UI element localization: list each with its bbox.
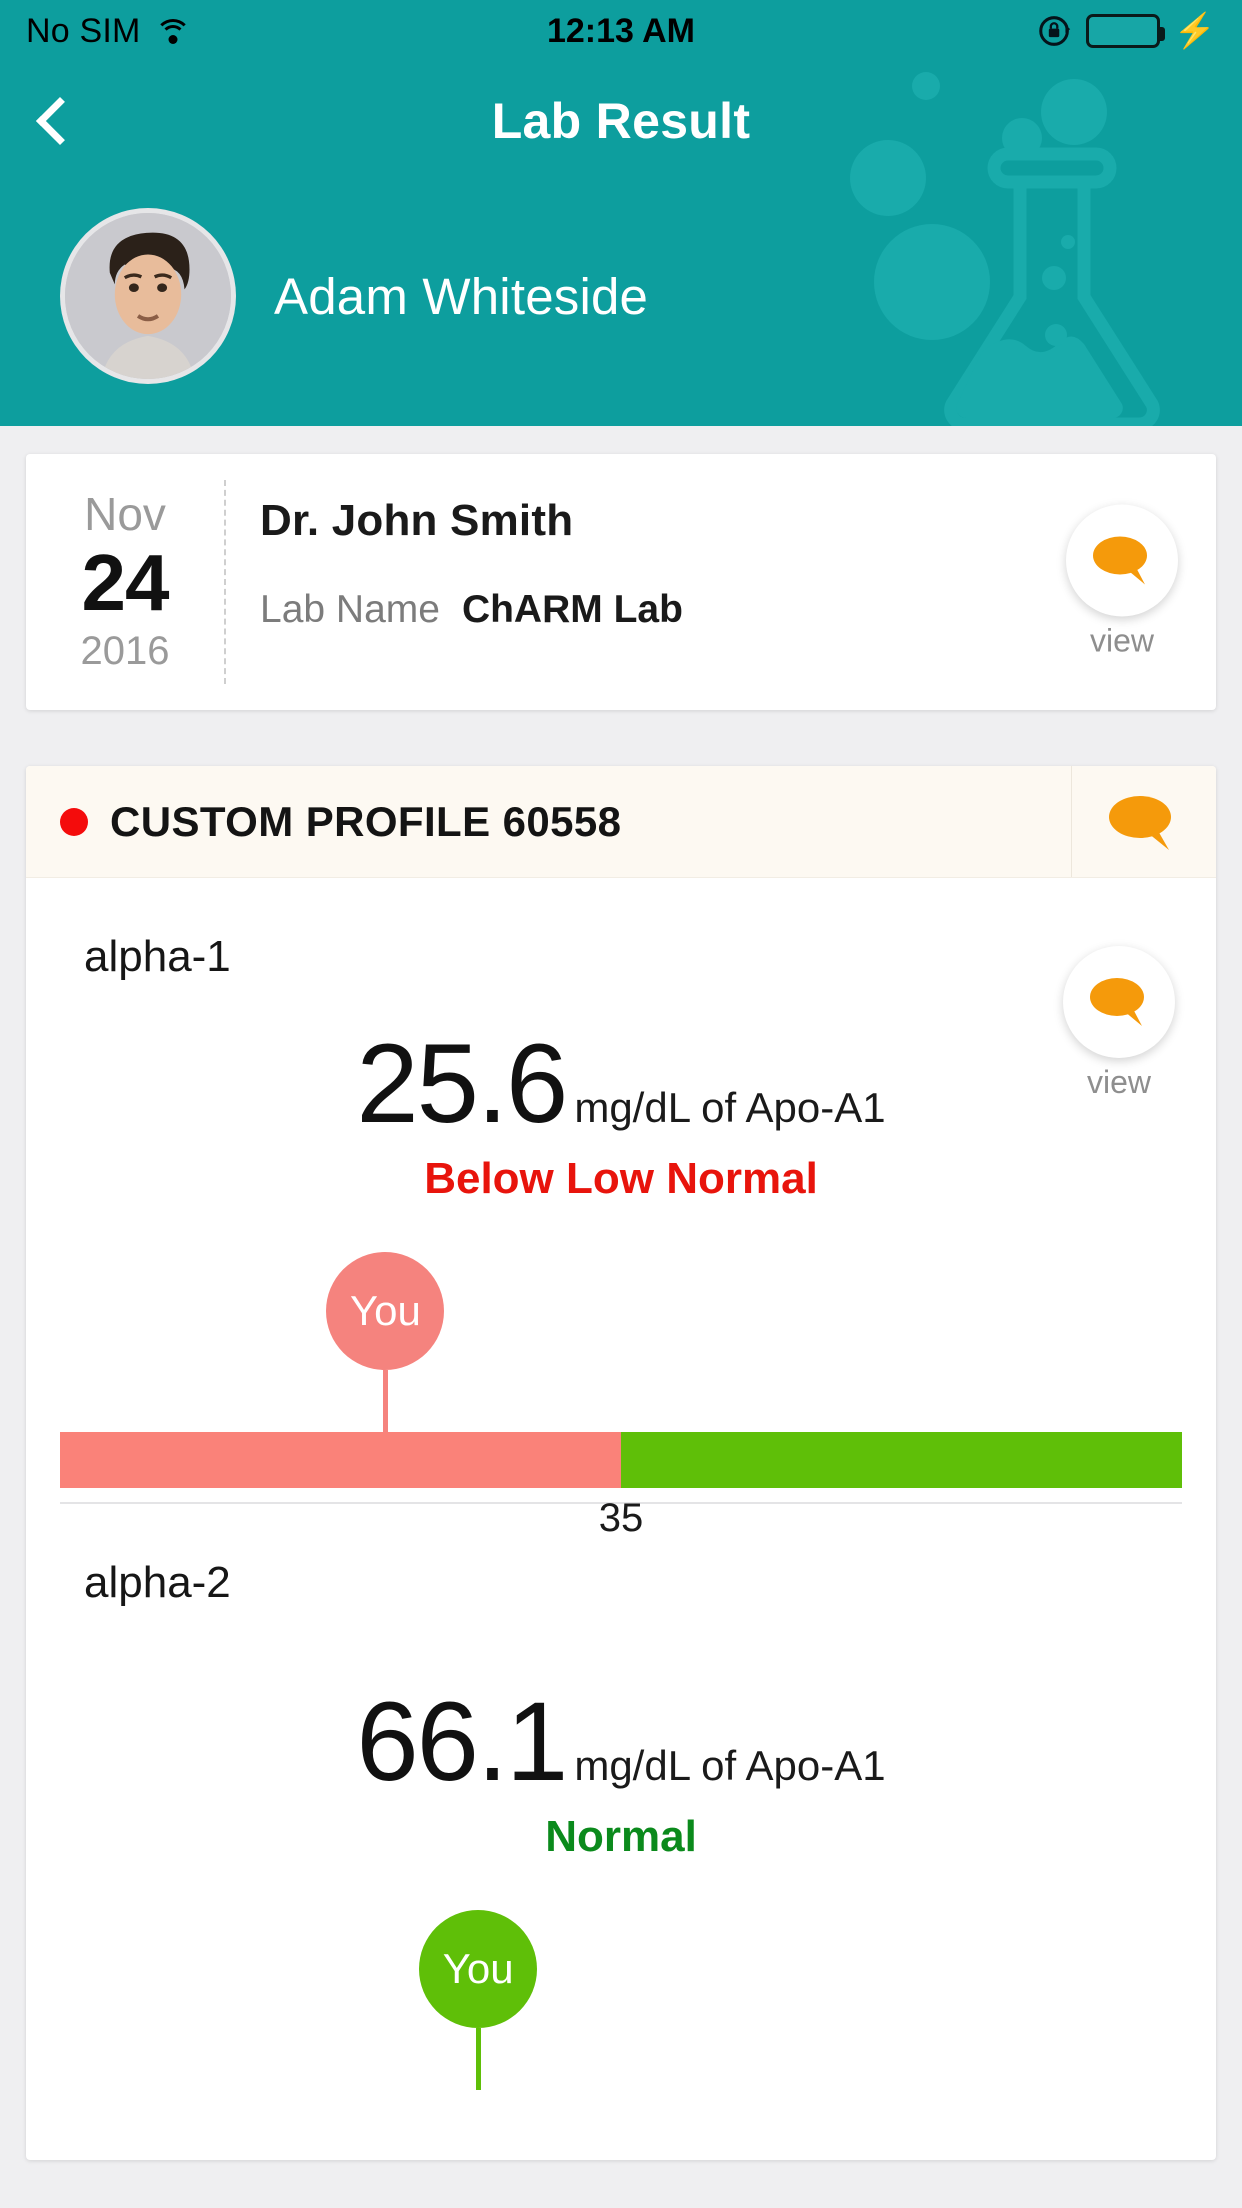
range-segment-normal [621, 1432, 1182, 1488]
content-area: Nov 24 2016 Dr. John Smith Lab Name ChAR… [0, 454, 1242, 2160]
test-unit: mg/dL of Apo-A1 [574, 1742, 886, 1789]
range-bar [60, 1432, 1182, 1488]
visit-month: Nov [84, 488, 166, 541]
test-unit: mg/dL of Apo-A1 [574, 1084, 886, 1131]
patient-name: Adam Whiteside [274, 267, 649, 325]
profile-title: CUSTOM PROFILE 60558 [110, 797, 622, 845]
test-value: 25.6 [356, 1021, 568, 1146]
speech-bubble-button[interactable] [1066, 504, 1178, 617]
test-status: Normal [545, 1812, 697, 1861]
range-gauge: You [26, 1910, 1216, 2160]
profile-header[interactable]: CUSTOM PROFILE 60558 [26, 766, 1216, 878]
you-marker-label: You [419, 1910, 538, 2028]
test-view-button[interactable]: view [1060, 946, 1178, 1101]
you-marker: You [419, 1910, 538, 2090]
range-gauge: You 35 [26, 1252, 1216, 1540]
you-marker-label: You [326, 1252, 445, 1370]
test-status: Below Low Normal [424, 1154, 818, 1203]
you-marker-stem [382, 1370, 388, 1432]
status-bar: No SIM 12:13 AM ⚡ [0, 0, 1242, 62]
test-value: 66.1 [356, 1679, 568, 1804]
test-value-row: 66.1 mg/dL of Apo-A1 [26, 1686, 1216, 1798]
speech-bubble-icon [1093, 536, 1147, 585]
visit-year: 2016 [80, 628, 170, 673]
test-row-alpha-2: alpha-2 66.1 mg/dL of Apo-A1 Normal You [26, 1504, 1216, 2160]
status-bar-left: No SIM [26, 12, 191, 51]
you-marker: You [326, 1252, 445, 1432]
lab-name-label: Lab Name [260, 588, 440, 631]
view-label: view [1086, 1064, 1151, 1100]
profile-speech-bubble-button[interactable] [1106, 791, 1178, 853]
visit-day: 24 [81, 538, 170, 628]
test-row-alpha-1: alpha-1 view 25.6 mg/dL of Apo-A1 Below … [26, 878, 1216, 1540]
nav-bar: Lab Result [0, 62, 1242, 180]
you-marker-stem [475, 2028, 481, 2090]
rotation-lock-icon [1036, 12, 1074, 50]
app-screen: No SIM 12:13 AM ⚡ Lab Result Adam Whites… [0, 0, 1242, 2208]
view-label: view [1089, 622, 1154, 659]
divider [1071, 766, 1072, 877]
visit-card[interactable]: Nov 24 2016 Dr. John Smith Lab Name ChAR… [26, 454, 1216, 710]
patient-banner[interactable]: Adam Whiteside [0, 180, 1242, 384]
range-segment-low [60, 1432, 621, 1488]
profile-card: CUSTOM PROFILE 60558 alpha-1 view 25.6 m… [26, 766, 1216, 2160]
battery-icon [1085, 14, 1165, 48]
lab-name-value: ChARM Lab [461, 588, 683, 631]
visit-date: Nov 24 2016 [26, 480, 226, 684]
wifi-icon [154, 17, 191, 45]
test-value-row: 25.6 mg/dL of Apo-A1 [26, 1028, 1216, 1140]
page-title: Lab Result [491, 93, 751, 149]
back-button[interactable] [0, 62, 110, 180]
avatar [60, 208, 236, 384]
speech-bubble-icon [1109, 795, 1171, 850]
status-bar-right: ⚡ [1036, 12, 1216, 50]
lightning-bolt-icon: ⚡ [1173, 12, 1216, 50]
status-dot-icon [60, 807, 88, 836]
chevron-left-icon [35, 96, 85, 146]
test-name: alpha-2 [84, 1558, 231, 1607]
page-header: Lab Result Adam Whiteside [0, 62, 1242, 426]
carrier-label: No SIM [26, 11, 141, 50]
speech-bubble-button[interactable] [1063, 946, 1175, 1058]
test-name: alpha-1 [84, 932, 231, 981]
visit-view-button[interactable]: view [1062, 504, 1182, 660]
speech-bubble-icon [1090, 978, 1144, 1026]
